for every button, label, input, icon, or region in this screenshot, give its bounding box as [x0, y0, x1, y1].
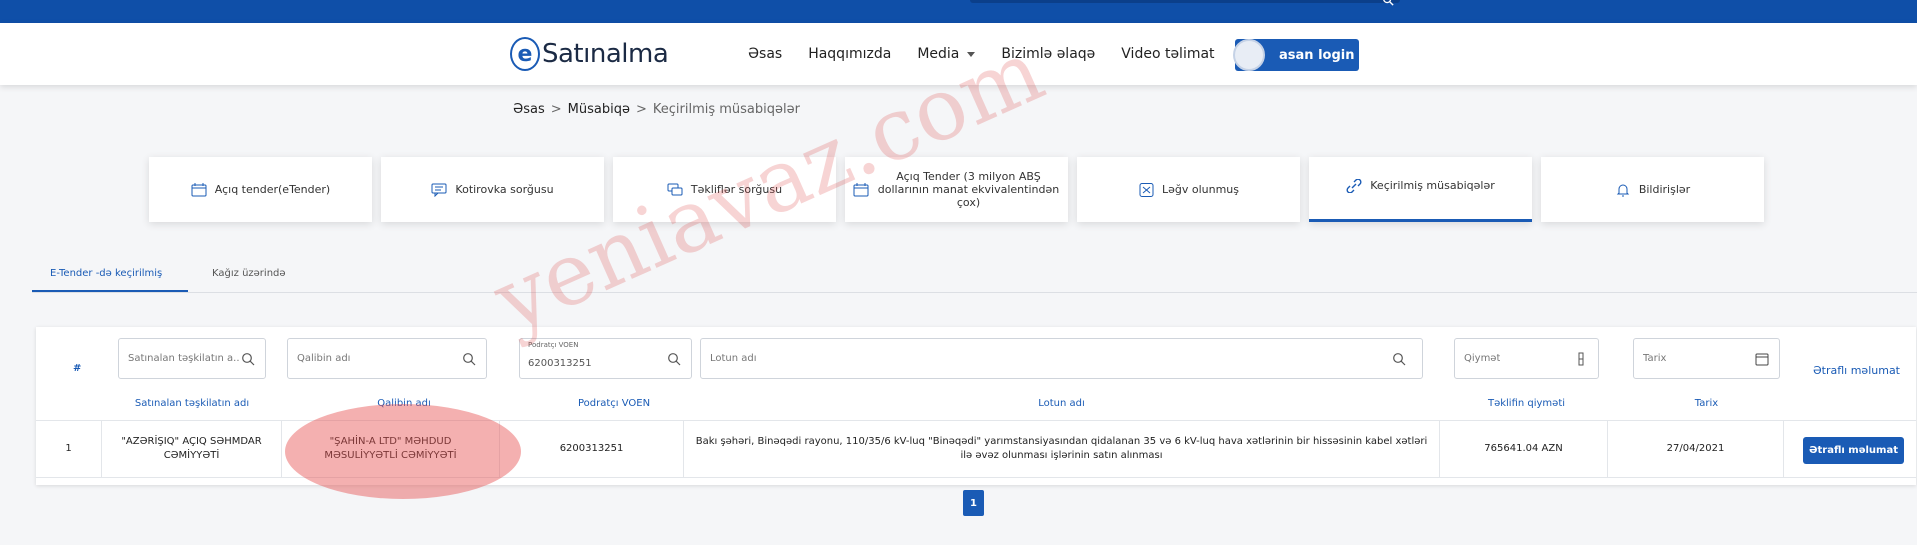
results-panel: # Satınalan təşkilatın a... Qalibin adı …	[36, 327, 1916, 485]
tab-paper[interactable]: Kağız üzərində	[212, 268, 286, 279]
cell-date: 27/04/2021	[1608, 421, 1784, 477]
card-quotation[interactable]: Kotirovka sorğusu	[381, 157, 604, 222]
cancel-icon	[1139, 182, 1154, 197]
winner-filter-input[interactable]: Qalibin adı	[287, 338, 487, 379]
card-open-tender[interactable]: Açıq tender(eTender)	[149, 157, 372, 222]
lot-filter-input[interactable]: Lotun adı	[700, 338, 1423, 379]
voen-filter-input[interactable]: Podratçı VOEN 6200313251	[519, 338, 692, 379]
card-label: Keçirilmiş müsabiqələr	[1370, 179, 1495, 192]
nav-item-media[interactable]: Media	[917, 46, 976, 62]
site-header: e Satınalma Əsas Haqqımızda Media Biziml…	[0, 23, 1917, 85]
more-info-link[interactable]: Ətraflı məlumat	[1813, 364, 1900, 377]
search-icon	[463, 353, 476, 366]
asan-login-button[interactable]: asan login	[1233, 39, 1359, 71]
top-search-field[interactable]	[970, 0, 1400, 3]
calendar-icon[interactable]	[1755, 352, 1769, 366]
placeholder: Tarix	[1643, 353, 1667, 364]
card-open-tender-large[interactable]: Açıq Tender (3 milyon ABŞ dollarının man…	[845, 157, 1068, 222]
sub-tabs: E-Tender -də keçirilmiş Kağız üzərində	[31, 260, 1917, 293]
nav-item-video[interactable]: Video təlimat	[1121, 46, 1214, 62]
search-icon	[668, 353, 681, 366]
nav-label: Bizimlə əlaqə	[1001, 46, 1096, 62]
nav-label: Video təlimat	[1121, 46, 1215, 62]
card-label: Ləğv olunmuş	[1161, 183, 1240, 196]
column-header-org: Satınalan təşkilatın adı	[134, 398, 250, 409]
index-column-label: #	[73, 363, 82, 374]
placeholder: Lotun adı	[710, 353, 757, 364]
chat-icon	[431, 183, 447, 197]
placeholder: Qalibin adı	[297, 353, 351, 364]
site-logo[interactable]: e Satınalma	[510, 37, 669, 71]
column-header-winner: Qalibin adı	[377, 398, 431, 409]
calendar-icon	[853, 182, 869, 196]
column-header-date: Tarix	[1694, 398, 1719, 409]
stepper-icon[interactable]	[1574, 352, 1588, 366]
column-header-price: Təklifin qiyməti	[1487, 398, 1566, 409]
main-nav: Əsas Haqqımızda Media Bizimlə əlaqə Vide…	[748, 23, 1215, 85]
card-proposals[interactable]: Təkliflər sorğusu	[613, 157, 836, 222]
row-number: 1	[36, 421, 102, 477]
nav-label: Media	[917, 46, 960, 62]
placeholder: Qiymət	[1464, 353, 1501, 364]
emblem-icon	[1233, 39, 1265, 71]
column-header-lot: Lotun adı	[1038, 398, 1085, 409]
placeholder: Satınalan təşkilatın a...	[128, 353, 240, 364]
top-bar	[0, 0, 1917, 23]
details-button[interactable]: Ətraflı məlumat	[1803, 437, 1904, 464]
link-icon	[1346, 179, 1362, 193]
nav-label: Əsas	[748, 46, 783, 62]
card-label: Açıq tender(eTender)	[214, 183, 331, 196]
chat-bubbles-icon	[667, 183, 683, 195]
breadcrumb-separator: >	[635, 102, 647, 117]
nav-label: Haqqımızda	[808, 46, 892, 62]
category-cards: Açıq tender(eTender) Kotirovka sorğusu T…	[149, 157, 1764, 222]
org-filter-input[interactable]: Satınalan təşkilatın a...	[118, 338, 266, 379]
cell-lot: Bakı şəhəri, Binəqədi rayonu, 110/35/6 k…	[684, 421, 1440, 477]
card-label: Açıq Tender (3 milyon ABŞ dollarının man…	[877, 170, 1060, 209]
nav-item-about[interactable]: Haqqımızda	[808, 46, 891, 62]
search-icon	[242, 353, 255, 366]
search-icon[interactable]	[1382, 0, 1394, 6]
cell-voen: 6200313251	[500, 421, 684, 477]
search-icon	[1393, 353, 1406, 366]
price-filter-input[interactable]: Qiymət	[1454, 338, 1599, 379]
breadcrumb: Əsas > Müsabiqə > Keçirilmiş müsabiqələr	[513, 102, 800, 117]
card-label: Bildirişlər	[1638, 183, 1691, 196]
card-cancelled[interactable]: Ləğv olunmuş	[1077, 157, 1300, 222]
table-row: 1 "AZƏRİŞIQ" AÇIQ SƏHMDAR CƏMİYYƏTİ "ŞAH…	[36, 420, 1916, 478]
column-header-voen: Podratçı VOEN	[577, 398, 651, 409]
bell-icon	[1616, 184, 1630, 196]
breadcrumb-current: Keçirilmiş müsabiqələr	[652, 102, 800, 117]
card-label: Kotirovka sorğusu	[455, 183, 554, 196]
breadcrumb-contest[interactable]: Müsabiqə	[568, 102, 630, 117]
calendar-icon	[191, 182, 207, 196]
card-notifications[interactable]: Bildirişlər	[1541, 157, 1764, 222]
card-label: Təkliflər sorğusu	[690, 183, 783, 196]
card-completed-contests[interactable]: Keçirilmiş müsabiqələr	[1309, 157, 1532, 222]
breadcrumb-home[interactable]: Əsas	[513, 102, 545, 117]
logo-e-icon: e	[510, 37, 540, 71]
nav-item-contact[interactable]: Bizimlə əlaqə	[1001, 46, 1095, 62]
logo-text: Satınalma	[542, 39, 669, 69]
date-filter-input[interactable]: Tarix	[1633, 338, 1780, 379]
login-label: asan login	[1279, 47, 1355, 63]
cell-org: "AZƏRİŞIQ" AÇIQ SƏHMDAR CƏMİYYƏTİ	[102, 421, 282, 477]
breadcrumb-separator: >	[550, 102, 562, 117]
cell-price: 765641.04 AZN	[1440, 421, 1608, 477]
field-value: 6200313251	[528, 358, 592, 369]
pagination-page-1[interactable]: 1	[963, 490, 984, 516]
field-label: Podratçı VOEN	[528, 341, 579, 349]
cell-winner: "ŞAHİN-A LTD" MƏHDUD MƏSULİYYƏTLİ CƏMİYY…	[282, 421, 500, 477]
chevron-down-icon	[967, 51, 976, 57]
tab-etender[interactable]: E-Tender -də keçirilmiş	[31, 268, 189, 292]
nav-item-home[interactable]: Əsas	[748, 46, 782, 62]
